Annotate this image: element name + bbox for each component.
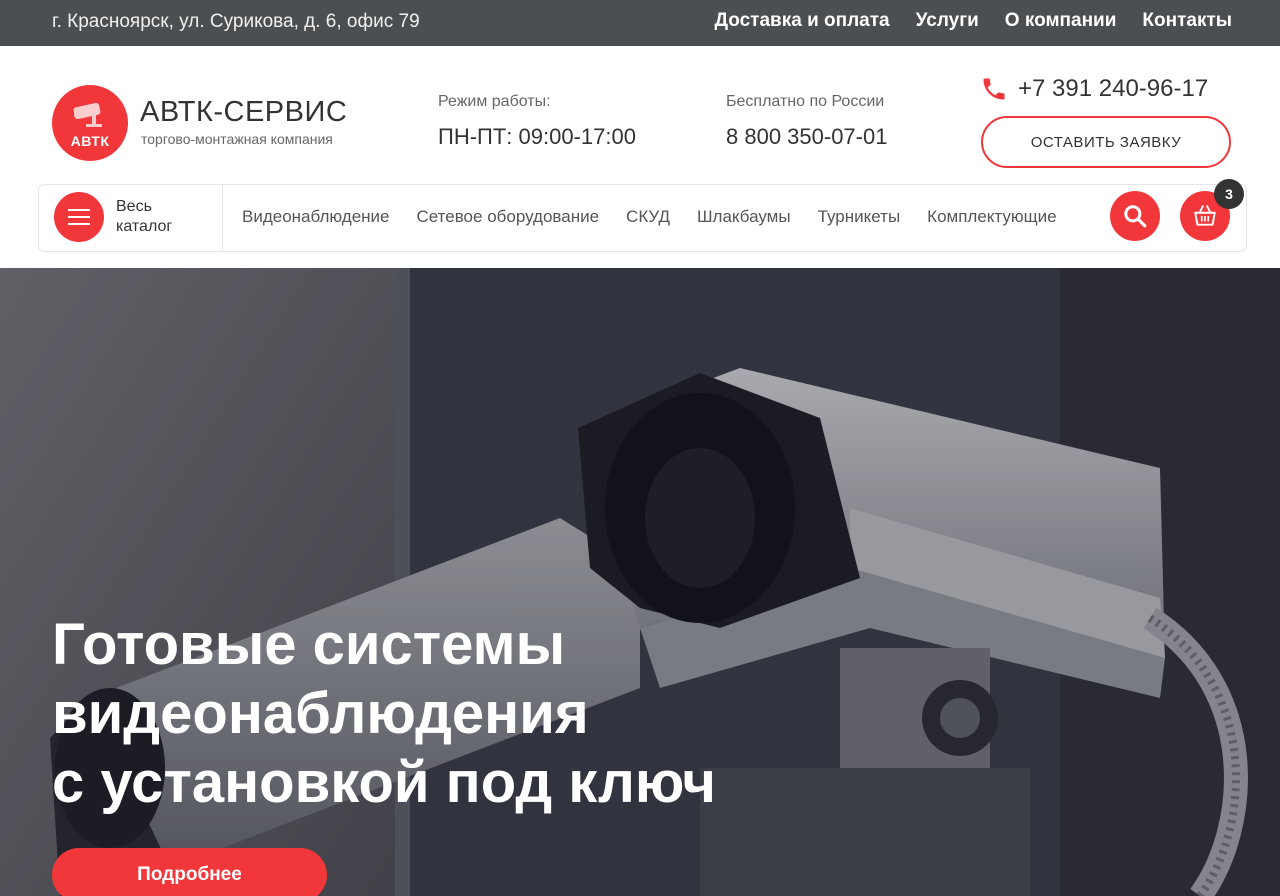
cart-basket-icon bbox=[1194, 205, 1216, 226]
logo-text: АВТК bbox=[70, 133, 110, 149]
request-button[interactable]: ОСТАВИТЬ ЗАЯВКУ bbox=[981, 116, 1231, 168]
menu-burger-icon bbox=[54, 192, 104, 242]
catalog-bar: Весь каталог Видеонаблюдение Сетевое обо… bbox=[38, 179, 1247, 252]
brand-name: АВТК-СЕРВИС bbox=[140, 96, 348, 128]
address-text: г. Красноярск, ул. Сурикова, д. 6, офис … bbox=[52, 11, 420, 32]
nav-services-link[interactable]: Услуги bbox=[916, 10, 979, 32]
nav-delivery-link[interactable]: Доставка и оплата bbox=[714, 10, 889, 32]
hero-title-line-2: видеонаблюдения bbox=[52, 681, 589, 746]
free-call-phone[interactable]: 8 800 350-07-01 bbox=[726, 124, 887, 150]
menu-item-network[interactable]: Сетевое оборудование bbox=[417, 207, 600, 227]
camera-logo-icon bbox=[73, 102, 102, 127]
hero-title-line-3: с установкой под ключ bbox=[52, 750, 716, 815]
cart-count-badge: 3 bbox=[1214, 179, 1244, 209]
main-phone[interactable]: +7 391 240-96-17 bbox=[980, 75, 1208, 103]
menu-item-barriers[interactable]: Шлакбаумы bbox=[697, 207, 791, 227]
nav-contacts-link[interactable]: Контакты bbox=[1142, 10, 1232, 32]
menu-item-components[interactable]: Комплектующие bbox=[927, 207, 1056, 227]
top-nav: Доставка и оплата Услуги О компании Конт… bbox=[714, 10, 1232, 32]
search-button[interactable] bbox=[1110, 191, 1160, 241]
main-phone-number: +7 391 240-96-17 bbox=[1018, 75, 1209, 102]
phone-icon bbox=[983, 78, 1005, 100]
hero-title-line-1: Готовые системы bbox=[52, 612, 566, 677]
menu-item-turnstiles[interactable]: Турникеты bbox=[818, 207, 901, 227]
menu-item-video[interactable]: Видеонаблюдение bbox=[242, 207, 390, 227]
all-catalog-label: Весь каталог bbox=[116, 198, 173, 235]
catalog-menu: Видеонаблюдение Сетевое оборудование СКУ… bbox=[242, 207, 1057, 227]
menu-item-skud[interactable]: СКУД bbox=[626, 207, 670, 227]
all-catalog-button[interactable]: Весь каталог bbox=[39, 185, 223, 251]
hero-banner: Готовые системы видеонаблюдения с устано… bbox=[0, 268, 1280, 896]
search-icon bbox=[1124, 205, 1147, 228]
hero-more-button[interactable]: Подробнее bbox=[52, 848, 327, 896]
logo[interactable]: АВТК bbox=[52, 85, 128, 161]
site-header: АВТК АВТК-СЕРВИС торгово-монтажная компа… bbox=[0, 46, 1280, 268]
hours-label: Режим работы: bbox=[438, 93, 551, 110]
nav-about-link[interactable]: О компании bbox=[1005, 10, 1117, 32]
hours-value: ПН-ПТ: 09:00-17:00 bbox=[438, 124, 636, 149]
brand-subtitle: торгово-монтажная компания bbox=[141, 131, 333, 147]
top-bar: г. Красноярск, ул. Сурикова, д. 6, офис … bbox=[0, 0, 1280, 46]
free-call-label: Бесплатно по России bbox=[726, 93, 885, 110]
hero-title: Готовые системы видеонаблюдения с устано… bbox=[52, 610, 716, 817]
